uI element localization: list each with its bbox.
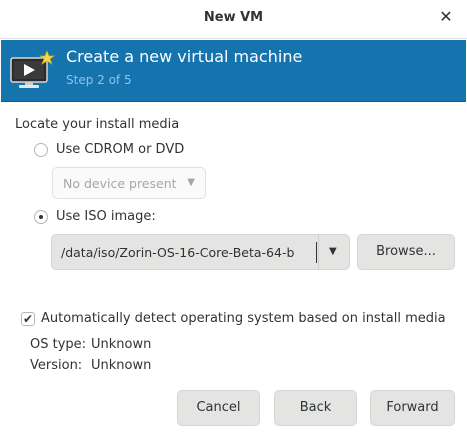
version-value: Unknown: [91, 358, 152, 373]
text-cursor: [316, 242, 317, 263]
iso-path-value: /data/iso/Zorin-OS-16-Core-Beta-64-b: [61, 245, 295, 260]
cdrom-label[interactable]: Use CDROM or DVD: [56, 142, 184, 157]
install-media-heading: Locate your install media: [15, 117, 180, 132]
cdrom-device-value: No device present: [63, 176, 177, 191]
os-type-label: OS type:: [30, 337, 87, 352]
auto-detect-checkbox[interactable]: ✔: [21, 312, 35, 326]
window-title: New VM: [203, 10, 264, 25]
auto-detect-label[interactable]: Automatically detect operating system ba…: [41, 311, 446, 326]
forward-button[interactable]: Forward: [370, 390, 455, 426]
back-button[interactable]: Back: [274, 390, 357, 426]
chevron-down-icon: ▼: [329, 246, 337, 257]
iso-history-dropdown[interactable]: ▼: [318, 234, 350, 270]
title-bar: New VM ✕: [0, 0, 467, 39]
vm-monitor-icon: [10, 50, 56, 88]
wizard-banner: Create a new virtual machine Step 2 of 5: [1, 40, 466, 102]
chevron-down-icon: ▼: [187, 177, 195, 188]
iso-path-input[interactable]: /data/iso/Zorin-OS-16-Core-Beta-64-b: [51, 234, 318, 270]
cancel-button[interactable]: Cancel: [177, 390, 260, 426]
cdrom-radio[interactable]: [34, 143, 48, 157]
iso-label[interactable]: Use ISO image:: [56, 209, 156, 224]
cdrom-device-select: No device present ▼: [52, 167, 206, 199]
close-icon[interactable]: ✕: [437, 8, 455, 26]
iso-radio[interactable]: [34, 210, 48, 224]
banner-step: Step 2 of 5: [66, 73, 132, 87]
browse-button[interactable]: Browse...: [357, 234, 455, 270]
version-label: Version:: [30, 358, 83, 373]
os-type-value: Unknown: [91, 337, 152, 352]
banner-title: Create a new virtual machine: [66, 47, 303, 66]
